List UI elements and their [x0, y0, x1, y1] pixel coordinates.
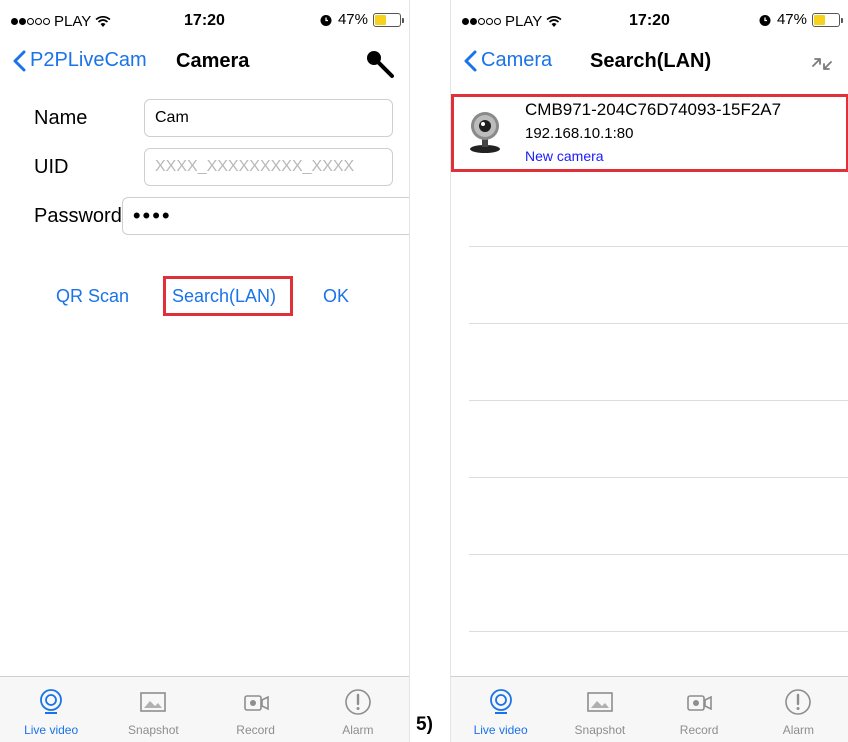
navigation-bar: P2PLiveCam Camera [0, 40, 409, 86]
tab-label: Alarm [342, 723, 374, 737]
camera-settings-screen: PLAY 17:20 47% P2PLiveCam Camera Name Ca… [0, 0, 410, 742]
uid-row: UID [34, 147, 393, 187]
live-video-icon [489, 689, 512, 714]
list-separator [469, 554, 848, 555]
tab-live-video[interactable]: Live video [0, 677, 102, 742]
tab-live-video[interactable]: Live video [451, 677, 550, 742]
battery-icon [812, 12, 843, 27]
tab-alarm[interactable]: Alarm [307, 677, 409, 742]
search-lan-button[interactable]: Search(LAN) [172, 286, 276, 307]
alarm-icon [345, 689, 371, 715]
chevron-left-icon [13, 50, 26, 71]
uid-label: UID [34, 155, 69, 178]
tab-bar: Live video Snapshot Record Alarm [451, 676, 848, 742]
uid-input[interactable] [144, 148, 393, 186]
back-button[interactable]: P2PLiveCam [12, 49, 147, 72]
page-title: Camera [176, 50, 250, 72]
tab-record[interactable]: Record [650, 677, 749, 742]
snapshot-icon [140, 692, 167, 712]
password-input[interactable] [121, 197, 409, 235]
tab-bar: Live video Snapshot Record Alarm [0, 676, 409, 742]
alarm-clock-icon [320, 14, 332, 26]
navigation-bar: Camera Search(LAN) [451, 40, 848, 86]
live-video-icon [40, 689, 63, 714]
record-icon [243, 695, 269, 711]
list-separator [469, 400, 848, 401]
battery-percent: 47% [776, 11, 807, 28]
key-icon[interactable] [361, 46, 397, 82]
back-label: Camera [481, 49, 553, 71]
snapshot-icon [587, 692, 613, 712]
tab-snapshot[interactable]: Snapshot [102, 677, 204, 742]
tab-label: Alarm [782, 723, 815, 737]
list-separator [469, 246, 848, 247]
tab-label: Live video [473, 723, 528, 737]
refresh-icon[interactable] [810, 54, 834, 74]
camera-highlight-box [451, 94, 848, 172]
tab-snapshot[interactable]: Snapshot [550, 677, 649, 742]
battery-percent: 47% [337, 11, 368, 28]
list-separator [469, 631, 848, 632]
name-row: Name [34, 98, 393, 138]
tab-alarm[interactable]: Alarm [749, 677, 848, 742]
battery-group: 47% [758, 11, 843, 28]
action-row: QR Scan Search(LAN) OK [0, 276, 409, 320]
tab-label: Record [236, 723, 275, 737]
tab-record[interactable]: Record [205, 677, 307, 742]
page-title: Search(LAN) [590, 50, 712, 72]
step-label: 5) [416, 714, 433, 735]
name-label: Name [34, 106, 88, 129]
password-label: Password [34, 204, 122, 227]
battery-group: 47% [319, 11, 404, 28]
status-bar: PLAY 17:20 47% [0, 0, 409, 40]
back-label: P2PLiveCam [30, 49, 147, 71]
list-separator [469, 477, 848, 478]
tab-label: Record [679, 723, 719, 737]
tab-label: Live video [24, 723, 79, 737]
alarm-clock-icon [759, 14, 771, 26]
list-separator [469, 323, 848, 324]
record-icon [687, 695, 712, 711]
back-button[interactable]: Camera [463, 49, 552, 72]
name-input[interactable] [144, 99, 393, 137]
tab-label: Snapshot [574, 723, 626, 737]
qr-scan-button[interactable]: QR Scan [56, 286, 129, 307]
chevron-left-icon [464, 50, 477, 71]
tab-label: Snapshot [128, 723, 179, 737]
password-row: Password [34, 196, 409, 236]
search-lan-screen: PLAY 17:20 47% Camera Search(LAN) CMB971… [450, 0, 848, 742]
status-bar: PLAY 17:20 47% [451, 0, 848, 40]
battery-icon [373, 12, 404, 27]
alarm-icon [785, 689, 812, 715]
ok-button[interactable]: OK [323, 286, 349, 307]
